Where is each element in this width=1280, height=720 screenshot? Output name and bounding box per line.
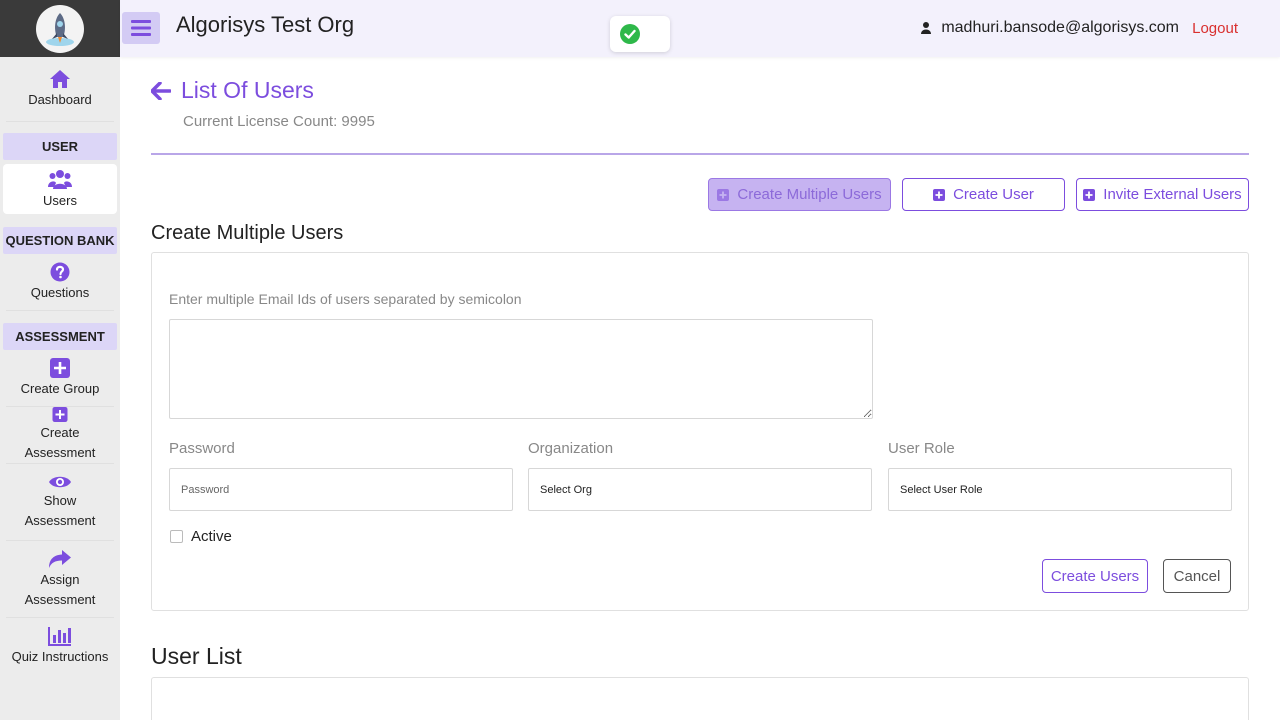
- users-icon: [48, 169, 72, 189]
- plus-square-icon: [933, 188, 946, 201]
- create-multiple-users-button[interactable]: Create Multiple Users: [708, 178, 891, 211]
- plus-square-icon: [52, 407, 68, 422]
- sidebar-item-create-assessment[interactable]: Create Assessment: [0, 407, 120, 463]
- sidebar-item-label: Quiz Instructions: [11, 648, 109, 664]
- active-checkbox[interactable]: [170, 530, 183, 543]
- user-email: madhuri.bansode@algorisys.com: [941, 19, 1179, 36]
- plus-square-icon: [1083, 188, 1096, 201]
- bar-chart-icon: [48, 626, 71, 646]
- user-icon: [921, 22, 932, 34]
- logo-area: [0, 0, 120, 57]
- email-ids-label: Enter multiple Email Ids of users separa…: [169, 291, 522, 307]
- back-arrow-icon[interactable]: [151, 81, 171, 100]
- sidebar-item-label: Show Assessment: [24, 492, 96, 528]
- email-ids-textarea[interactable]: [169, 319, 873, 419]
- user-role-label: User Role: [888, 440, 955, 457]
- sidebar-item-dashboard[interactable]: Dashboard: [0, 57, 120, 121]
- page-title: List Of Users: [181, 77, 314, 103]
- sidebar-item-questions[interactable]: Questions: [0, 254, 120, 310]
- password-label: Password: [169, 440, 235, 457]
- rocket-logo-icon[interactable]: [36, 4, 84, 53]
- sidebar: Dashboard USER Users QUESTION BANK Quest…: [0, 0, 120, 720]
- sidebar-item-show-assessment[interactable]: Show Assessment: [0, 464, 120, 540]
- organization-label: Organization: [528, 440, 614, 457]
- plus-square-icon: [50, 357, 70, 378]
- sidebar-item-label: Create Assessment: [24, 425, 96, 460]
- sidebar-item-label: Questions: [30, 284, 90, 300]
- form-section-title: Create Multiple Users: [151, 222, 344, 244]
- user-info: madhuri.bansode@algorisys.com: [921, 19, 1179, 37]
- cancel-button[interactable]: Cancel: [1163, 559, 1231, 593]
- page-header: List Of Users: [151, 77, 314, 104]
- user-list-title: User List: [151, 643, 242, 669]
- org-title: Algorisys Test Org: [176, 12, 355, 37]
- sidebar-item-users[interactable]: Users: [3, 164, 117, 214]
- button-label: Cancel: [1173, 567, 1221, 585]
- question-circle-icon: [50, 262, 70, 281]
- password-input[interactable]: [169, 468, 513, 511]
- create-user-button[interactable]: Create User: [902, 178, 1065, 211]
- hamburger-icon: [131, 20, 151, 36]
- section-question-bank: QUESTION BANK: [3, 227, 117, 254]
- organization-select[interactable]: Select Org: [528, 468, 872, 511]
- app-root: Dashboard USER Users QUESTION BANK Quest…: [0, 0, 1280, 720]
- sidebar-item-create-group[interactable]: Create Group: [0, 350, 120, 406]
- plus-square-icon: [717, 188, 730, 201]
- button-label: Create User: [953, 186, 1034, 203]
- section-user: USER: [3, 133, 117, 160]
- menu-toggle-button[interactable]: [122, 12, 160, 44]
- sidebar-item-label: Users: [43, 192, 77, 208]
- success-toast: [610, 16, 670, 52]
- sidebar-item-assign-assessment[interactable]: Assign Assessment: [0, 541, 120, 617]
- button-label: Create Multiple Users: [737, 186, 882, 203]
- top-header: Algorisys Test Org madhuri.bansode@algor…: [120, 0, 1280, 57]
- share-icon: [49, 549, 71, 568]
- invite-external-users-button[interactable]: Invite External Users: [1076, 178, 1249, 211]
- title-divider: [151, 153, 1249, 155]
- button-label: Create Users: [1050, 567, 1140, 585]
- sidebar-item-label: Create Group: [20, 380, 100, 396]
- home-icon: [50, 69, 70, 88]
- active-label: Active: [191, 528, 232, 545]
- check-circle-icon: [620, 24, 640, 44]
- create-users-button[interactable]: Create Users: [1042, 559, 1148, 593]
- sidebar-item-quiz-instructions[interactable]: Quiz Instructions: [0, 618, 120, 674]
- button-label: Invite External Users: [1103, 186, 1242, 203]
- organization-select-value: Select Org: [540, 483, 592, 496]
- user-role-select-value: Select User Role: [900, 483, 983, 496]
- section-assessment: ASSESSMENT: [3, 323, 117, 350]
- user-list-panel: [151, 677, 1249, 720]
- create-multiple-users-form: Enter multiple Email Ids of users separa…: [151, 252, 1249, 611]
- logout-link[interactable]: Logout: [1192, 20, 1238, 37]
- sidebar-item-label: Assign Assessment: [24, 571, 96, 607]
- sidebar-item-label: Dashboard: [28, 91, 92, 107]
- user-role-select[interactable]: Select User Role: [888, 468, 1232, 511]
- license-count: Current License Count: 9995: [183, 113, 375, 130]
- eye-icon: [49, 476, 71, 487]
